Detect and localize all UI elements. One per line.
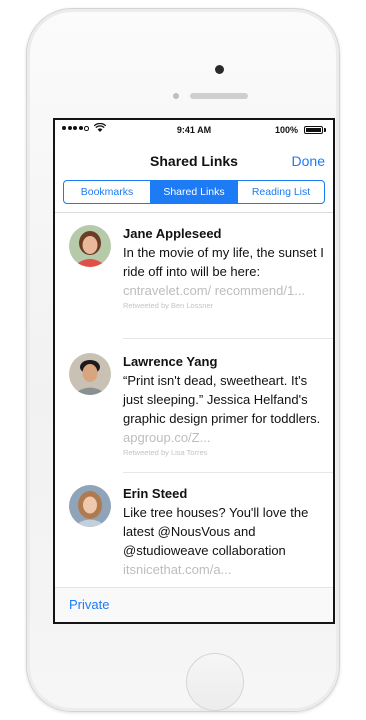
home-button[interactable] [186, 653, 244, 711]
segmented-control: Bookmarks Shared Links Reading List [63, 180, 325, 204]
battery-percentage: 100% [274, 125, 298, 135]
private-button[interactable]: Private [69, 597, 109, 612]
segment-reading-list[interactable]: Reading List [238, 181, 324, 203]
phone-screen: 9:41 AM 100% Shared Links Done Bookmarks… [53, 118, 335, 624]
segment-bookmarks[interactable]: Bookmarks [64, 181, 151, 203]
front-camera [215, 65, 224, 74]
post-link[interactable]: itsnicethat.com/a... [123, 562, 231, 577]
status-bar: 9:41 AM 100% [55, 120, 333, 140]
post-author: Lawrence Yang [123, 354, 218, 369]
earpiece-speaker [190, 93, 248, 99]
battery-icon [304, 126, 323, 134]
post-text: In the movie of my life, the sunset I ri… [123, 243, 329, 300]
retweet-attribution: Retweeted by Ben Lossner [123, 301, 214, 310]
post-divider [123, 472, 333, 473]
post-link[interactable]: cntravelet.com/ recommend/1... [123, 283, 305, 298]
post-text: Like tree houses? You'll love the latest… [123, 503, 329, 579]
avatar [69, 225, 111, 267]
segment-shared-links[interactable]: Shared Links [151, 181, 238, 203]
bottom-toolbar: Private [55, 587, 333, 622]
post-divider [123, 338, 333, 339]
navigation-bar: Shared Links Done [55, 140, 333, 180]
post-message: Like tree houses? You'll love the latest… [123, 505, 309, 558]
avatar [69, 485, 111, 527]
done-button[interactable]: Done [292, 153, 325, 169]
post-message: “Print isn't dead, sweetheart. It's just… [123, 373, 321, 426]
post-author: Jane Appleseed [123, 226, 222, 241]
avatar [69, 353, 111, 395]
shared-links-feed[interactable]: Jane Appleseed In the movie of my life, … [55, 213, 333, 587]
post-message: In the movie of my life, the sunset I ri… [123, 245, 324, 279]
battery-tip [324, 128, 326, 132]
proximity-sensor [173, 93, 179, 99]
post-link[interactable]: apgroup.co/Z... [123, 430, 210, 445]
retweet-attribution: Retweeted by Lisa Torres [123, 448, 208, 457]
post-author: Erin Steed [123, 486, 188, 501]
post-text: “Print isn't dead, sweetheart. It's just… [123, 371, 329, 447]
